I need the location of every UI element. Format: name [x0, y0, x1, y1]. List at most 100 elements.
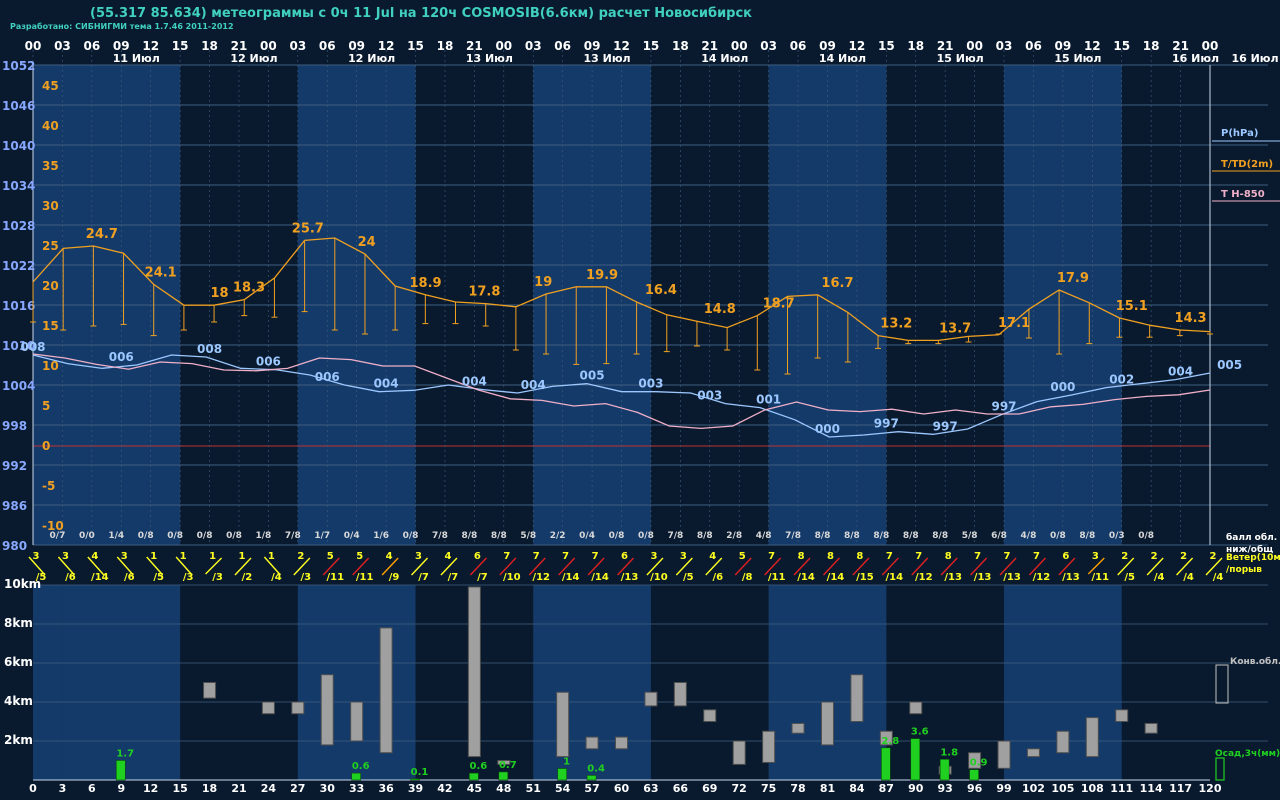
convective-cloud-bar [703, 709, 717, 722]
precipitation-bar [115, 760, 126, 781]
day-label: 15 Июл [937, 52, 984, 65]
precipitation-label: 0.6 [470, 761, 488, 772]
precipitation-label: 0.6 [352, 761, 370, 772]
wind-speed-label: 8 [945, 551, 952, 562]
convective-cloud-bar [909, 701, 923, 715]
precipitation-bar [969, 769, 979, 781]
precipitation-label: 3.6 [911, 727, 929, 738]
precipitation-label: 0.9 [970, 758, 988, 769]
temperature-axis-label: 15 [42, 319, 59, 333]
wind-gust-label: /6 [65, 572, 76, 583]
cloud-cover-label: 0/4 [344, 531, 360, 541]
temperature-axis-label: 30 [42, 199, 59, 213]
wind-gust-label: /9 [389, 572, 400, 583]
temperature-value-label: 19.9 [586, 268, 618, 283]
wind-speed-label: 5 [327, 551, 334, 562]
temperature-value-label: 18.9 [409, 276, 441, 291]
pressure-axis-label: 1028 [2, 219, 35, 233]
bottom-tick-label: 78 [790, 782, 805, 795]
time-tick-label: 03 [54, 39, 71, 53]
bottom-tick-label: 24 [261, 782, 277, 795]
bottom-tick-label: 75 [761, 782, 776, 795]
time-tick-label: 21 [1172, 39, 1189, 53]
pressure-value-label: 008 [197, 342, 222, 356]
time-tick-label: 06 [790, 39, 807, 53]
time-tick-label: 09 [819, 39, 836, 53]
convective-cloud-bar [850, 674, 864, 723]
pressure-axis-label: 1046 [2, 99, 35, 113]
cloud-cover-label: 0/8 [638, 531, 654, 541]
wind-speed-label: 3 [62, 551, 69, 562]
bottom-tick-label: 15 [172, 782, 187, 795]
pressure-value-label: 003 [697, 389, 722, 403]
temperature-value-label: 24.7 [86, 227, 118, 242]
temperature-axis-label: 25 [42, 239, 59, 253]
cloud-cover-label: 8/8 [491, 531, 507, 541]
wind-gust-label: /10 [650, 572, 668, 583]
wind-gust-label: /7 [418, 572, 429, 583]
precipitation-label: 1 [563, 757, 570, 768]
pressure-axis-label: 998 [2, 419, 27, 433]
precipitation-bar [469, 772, 479, 781]
cloud-cover-label: 0/7 [50, 531, 66, 541]
legend-precipitation: Осад,3ч(мм) [1215, 749, 1280, 759]
pressure-value-label: 004 [1168, 365, 1193, 379]
wind-gust-label: /5 [1124, 572, 1135, 583]
wind-gust-label: /4 [1183, 572, 1194, 583]
bottom-tick-label: 57 [584, 782, 599, 795]
bottom-tick-label: 6 [88, 782, 96, 795]
bottom-tick-label: 108 [1081, 782, 1104, 795]
pressure-value-label: 005 [580, 369, 605, 383]
pressure-value-label: 002 [1109, 373, 1134, 387]
cloud-cover-label: 1/4 [108, 531, 124, 541]
bottom-tick-label: 21 [231, 782, 246, 795]
precipitation-bar [351, 772, 361, 781]
day-label: 12 Июл [348, 52, 395, 65]
pressure-value-label: 004 [374, 377, 399, 391]
pressure-axis-label: 1004 [2, 379, 35, 393]
bottom-tick-label: 0 [29, 782, 37, 795]
precipitation-label: 0.4 [587, 763, 605, 774]
convective-cloud-bar [762, 730, 776, 763]
chart-subtitle: Разработано: СИБНИГМИ тема 1.7.46 2011-2… [10, 22, 234, 31]
wind-speed-label: 2 [1121, 551, 1128, 562]
cloud-cover-label: 8/8 [932, 531, 948, 541]
temperature-value-label: 15.1 [1116, 299, 1148, 314]
cloud-cover-label: 1/8 [255, 531, 271, 541]
wind-gust-label: /2 [242, 572, 253, 583]
bottom-tick-label: 30 [320, 782, 336, 795]
wind-gust-label: /13 [944, 572, 962, 583]
convective-cloud-bar [673, 682, 687, 707]
wind-speed-label: 7 [533, 551, 540, 562]
cloud-cover-label: 0/8 [1050, 531, 1066, 541]
wind-gust-label: /12 [915, 572, 933, 583]
wind-gust-label: /6 [712, 572, 723, 583]
wind-speed-label: 1 [238, 551, 245, 562]
convective-cloud-bar [791, 722, 805, 734]
time-tick-label: 03 [289, 39, 306, 53]
bottom-tick-label: 81 [820, 782, 835, 795]
cloud-cover-label: 8/8 [873, 531, 889, 541]
cloud-cover-label: 0/8 [403, 531, 419, 541]
precipitation-bar [557, 768, 567, 781]
convective-cloud-bar [1115, 709, 1129, 722]
wind-speed-label: 7 [1033, 551, 1040, 562]
wind-speed-label: 7 [562, 551, 569, 562]
time-tick-label: 09 [113, 39, 130, 53]
bottom-tick-label: 93 [938, 782, 953, 795]
temperature-value-label: 14.8 [704, 302, 736, 317]
time-tick-label: 06 [319, 39, 336, 53]
cloud-cover-label: 1/6 [373, 531, 389, 541]
bottom-tick-label: 111 [1110, 782, 1133, 795]
wind-speed-label: 3 [650, 551, 657, 562]
cloud-cover-label: 0/8 [609, 531, 625, 541]
wind-speed-label: 6 [1062, 551, 1069, 562]
height-axis-label: 8km [4, 616, 33, 630]
wind-gust-label: /4 [271, 572, 282, 583]
wind-gust-label: /4 [1154, 572, 1165, 583]
precipitation-label: 0.1 [411, 767, 429, 778]
time-tick-label: 15 [878, 39, 895, 53]
convective-cloud-bar [615, 736, 628, 750]
legend-t850: T H-850 [1221, 189, 1265, 200]
bottom-tick-label: 99 [996, 782, 1011, 795]
